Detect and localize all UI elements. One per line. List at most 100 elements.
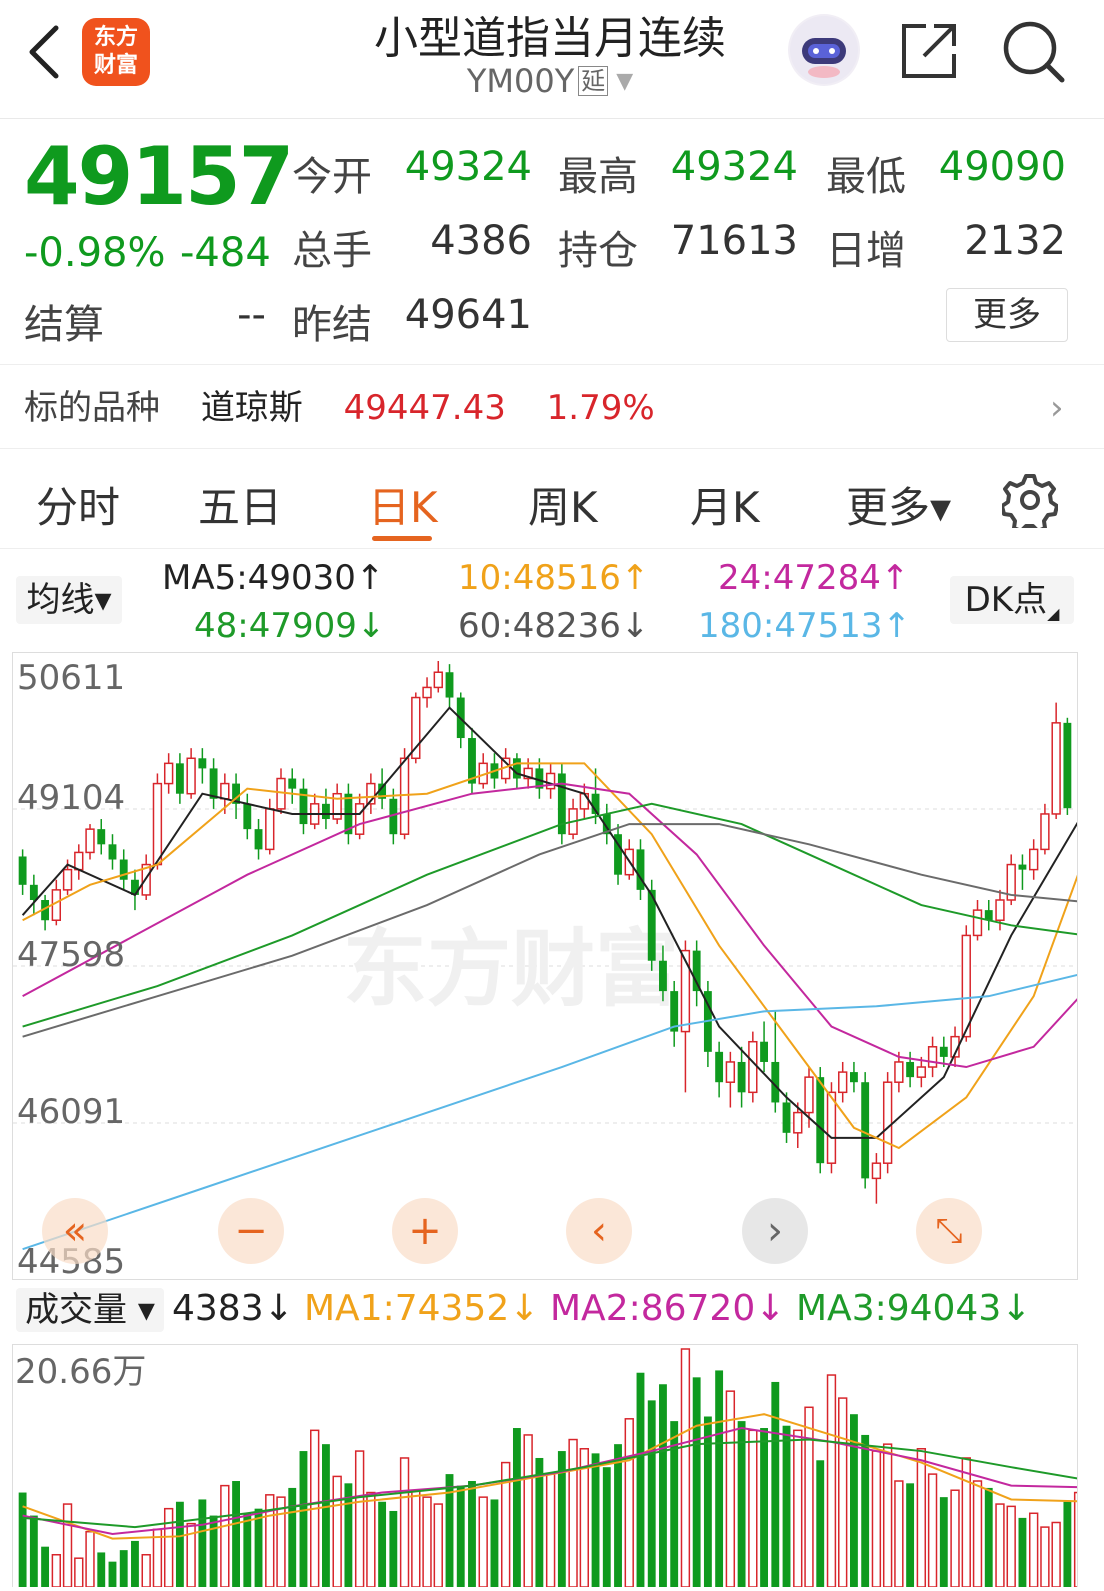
more-quote-button[interactable]: 更多 (946, 288, 1068, 342)
volume-bar (906, 1483, 915, 1587)
candle (1063, 717, 1072, 815)
ai-robot-icon[interactable] (788, 14, 860, 86)
volume-bar (74, 1557, 84, 1588)
tab-intraday[interactable]: 分时 (36, 474, 120, 535)
candle (175, 753, 184, 804)
watermark: 东方财富 (343, 920, 679, 1018)
volume-bar (1040, 1526, 1050, 1588)
previous-button[interactable]: ‹ (566, 1198, 632, 1264)
volume-bar (51, 1553, 62, 1588)
volume-bar (209, 1515, 218, 1587)
volume-bar (85, 1530, 95, 1588)
next-button[interactable]: › (742, 1198, 808, 1264)
y-tick-label: 47598 (17, 935, 125, 975)
volume-bar (760, 1428, 768, 1587)
tab-weekly-k[interactable]: 周K (528, 474, 598, 535)
candle (737, 1046, 746, 1108)
candle (265, 798, 275, 855)
y-tick-label: 46091 (17, 1092, 125, 1132)
volume-current: 4383↓ (172, 1288, 294, 1329)
candle-body (804, 1076, 814, 1114)
logo-text-line2: 财富 (93, 53, 138, 78)
tab-more[interactable]: 更多▾ (846, 474, 951, 535)
volume-bar (163, 1507, 174, 1588)
volume-bar (288, 1487, 297, 1587)
high-value: 49324 (670, 144, 798, 190)
candle (906, 1051, 915, 1088)
tab-daily-k[interactable]: 日K (368, 474, 438, 535)
low-label: 最低 (826, 154, 906, 200)
candle (748, 1031, 758, 1103)
double-chevron-left-icon: « (62, 1208, 88, 1254)
underlying-row[interactable]: 标的品种 道琼斯 49447.43 1.79% (24, 380, 655, 429)
volume-bar (41, 1546, 50, 1587)
volume-bar (771, 1381, 780, 1587)
volume-bar (995, 1503, 1005, 1588)
candle-body (288, 778, 297, 789)
fullscreen-button[interactable]: ⤡ (916, 1198, 982, 1264)
ma10-value: 10:48516↑ (458, 558, 650, 598)
zoom-in-button[interactable]: + (392, 1198, 458, 1264)
candle (468, 727, 476, 794)
candlestick-chart[interactable]: 东方财富 50611 49104 47598 46091 44585 (12, 652, 1080, 1282)
candle-body (198, 758, 207, 769)
candle (29, 874, 38, 916)
top-bar: 东方 财富 小型道指当月连续 YM00Y 延 ▼ (0, 0, 1104, 119)
volume-bar (602, 1467, 611, 1587)
daily-increase-label: 日增 (826, 228, 906, 274)
volume-bar (108, 1561, 117, 1587)
back-arrow-icon[interactable] (24, 22, 64, 82)
candle (579, 783, 590, 820)
candle (838, 1061, 848, 1103)
underlying-price: 49447.43 (343, 388, 506, 428)
volume-indicator-select[interactable]: 成交量 ▾ (16, 1288, 164, 1332)
volume-bar (927, 1473, 938, 1588)
volume-bar (826, 1374, 837, 1588)
volume-bar (972, 1480, 983, 1588)
gear-icon[interactable] (1002, 472, 1058, 528)
fast-backward-button[interactable]: « (42, 1198, 108, 1264)
dk-point-select[interactable]: DK点◢ (950, 576, 1074, 624)
volume-bar (939, 1497, 948, 1587)
candle-body (1028, 848, 1039, 871)
search-icon[interactable] (1000, 18, 1066, 84)
candle-body (793, 1111, 803, 1134)
volume-bar (422, 1496, 432, 1588)
low-value: 49090 (938, 144, 1066, 190)
candle-body (354, 803, 365, 835)
candle (1006, 854, 1016, 906)
candle (1040, 803, 1050, 855)
volume-bar (950, 1489, 960, 1588)
candle (332, 783, 342, 825)
zoom-out-button[interactable]: − (218, 1198, 284, 1264)
candle (636, 839, 645, 900)
volume-chart[interactable]: 20.66万 (12, 1344, 1084, 1588)
volume-bar (568, 1438, 578, 1588)
underlying-percent: 1.79% (546, 388, 655, 428)
candle-body (322, 803, 330, 820)
candle-body (737, 1061, 746, 1093)
volume-bar (141, 1553, 151, 1588)
indicator-select[interactable]: 均线▾ (16, 576, 122, 624)
candle-body (961, 934, 971, 1038)
share-icon[interactable] (900, 20, 960, 80)
open-interest-label: 持仓 (558, 228, 638, 274)
candle-body (243, 803, 252, 830)
volume-value: 4386 (430, 218, 532, 264)
ma60-value: 60:48236↓ (458, 606, 650, 646)
candle-body (715, 1051, 724, 1083)
volume-label: 总手 (292, 228, 372, 274)
candle-body (85, 828, 95, 854)
volume-bar (62, 1503, 73, 1588)
tab-five-day[interactable]: 五日 (198, 474, 282, 535)
candle (703, 980, 712, 1068)
volume-bar (299, 1451, 308, 1587)
symbol-code-row[interactable]: YM00Y 延 ▼ (300, 62, 800, 100)
volume-ma2: MA2:86720↓ (550, 1288, 786, 1329)
change-percent: -0.98% (24, 230, 166, 276)
high-label: 最高 (558, 154, 638, 200)
chevron-right-icon[interactable]: › (1050, 388, 1064, 428)
tab-monthly-k[interactable]: 月K (690, 474, 760, 535)
underlying-label: 标的品种 (24, 388, 160, 428)
candle (243, 793, 252, 840)
